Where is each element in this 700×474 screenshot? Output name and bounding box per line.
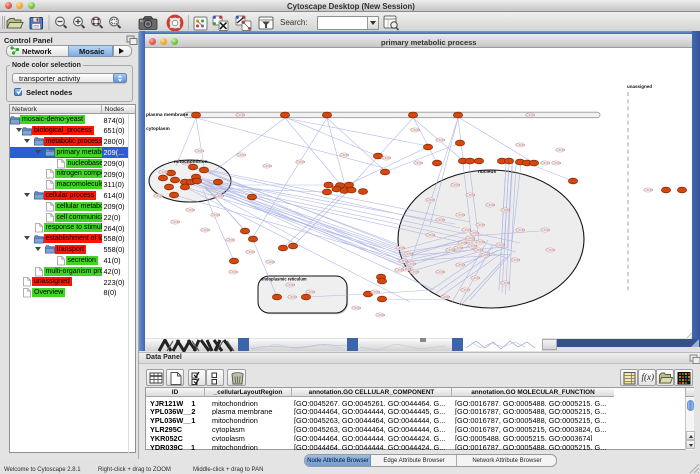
- svg-text:Cxxxx: Cxxxx: [288, 295, 297, 299]
- svg-text:Cxxxx: Cxxxx: [407, 262, 416, 266]
- svg-text:Cxxxx: Cxxxx: [426, 233, 435, 237]
- svg-text:Cxxxx: Cxxxx: [552, 161, 561, 165]
- svg-text:Cxxxx: Cxxxx: [451, 183, 460, 187]
- svg-text:Cxxxx: Cxxxx: [436, 138, 445, 142]
- svg-text:Cxxxx: Cxxxx: [404, 252, 413, 256]
- svg-text:Cxxxx: Cxxxx: [376, 313, 385, 317]
- svg-text:Cxxxx: Cxxxx: [461, 288, 470, 292]
- svg-text:Cxxxx: Cxxxx: [426, 198, 435, 202]
- svg-text:Cxxxx: Cxxxx: [226, 238, 235, 242]
- svg-text:Cxxxx: Cxxxx: [441, 295, 450, 299]
- svg-text:Cxxxx: Cxxxx: [454, 246, 463, 250]
- svg-text:Cxxxx: Cxxxx: [476, 223, 485, 227]
- svg-text:Cxxxx: Cxxxx: [236, 113, 245, 117]
- svg-text:Cxxxx: Cxxxx: [474, 248, 483, 252]
- svg-text:Cxxxx: Cxxxx: [414, 161, 423, 165]
- svg-text:Cxxxx: Cxxxx: [456, 213, 465, 217]
- svg-text:Cxxxx: Cxxxx: [396, 246, 405, 250]
- svg-text:Cxxxx: Cxxxx: [195, 149, 204, 153]
- svg-text:Cxxxx: Cxxxx: [481, 253, 490, 257]
- svg-text:Cxxxx: Cxxxx: [201, 228, 210, 232]
- svg-text:Cxxxx: Cxxxx: [237, 153, 246, 157]
- svg-text:Cxxxx: Cxxxx: [541, 228, 550, 232]
- svg-text:Cxxxx: Cxxxx: [471, 276, 480, 280]
- svg-text:nucleus: nucleus: [478, 169, 496, 175]
- svg-text:Cxxxx: Cxxxx: [246, 250, 255, 254]
- svg-text:Cxxxx: Cxxxx: [410, 270, 419, 274]
- svg-text:Cxxxx: Cxxxx: [501, 281, 510, 285]
- svg-text:Cxxxx: Cxxxx: [456, 263, 465, 267]
- svg-text:Cxxxx: Cxxxx: [511, 258, 520, 262]
- svg-text:Cxxxx: Cxxxx: [411, 128, 420, 132]
- svg-text:Cxxxx: Cxxxx: [340, 153, 349, 157]
- svg-text:Cxxxx: Cxxxx: [541, 161, 550, 165]
- svg-text:cytoplasm: cytoplasm: [146, 126, 170, 132]
- svg-text:Cxxxx: Cxxxx: [644, 188, 653, 192]
- svg-text:Cxxxx: Cxxxx: [159, 170, 168, 174]
- svg-text:Cxxxx: Cxxxx: [526, 113, 535, 117]
- svg-text:Cxxxx: Cxxxx: [466, 193, 475, 197]
- svg-text:mitochondrion: mitochondrion: [174, 159, 208, 165]
- svg-text:Cxxxx: Cxxxx: [476, 240, 485, 244]
- svg-text:Cxxxx: Cxxxx: [215, 194, 224, 198]
- svg-text:Cxxxx: Cxxxx: [286, 283, 295, 287]
- svg-text:Cxxxx: Cxxxx: [470, 231, 479, 235]
- svg-text:Cxxxx: Cxxxx: [229, 270, 238, 274]
- svg-text:Cxxxx: Cxxxx: [546, 248, 555, 252]
- svg-text:Cxxxx: Cxxxx: [516, 228, 525, 232]
- svg-text:Cxxxx: Cxxxx: [466, 236, 475, 240]
- svg-text:Cxxxx: Cxxxx: [266, 260, 275, 264]
- svg-text:Cxxxx: Cxxxx: [496, 243, 505, 247]
- svg-text:Cxxxx: Cxxxx: [382, 156, 391, 160]
- svg-text:Cxxxx: Cxxxx: [458, 241, 467, 245]
- svg-text:Cxxxx: Cxxxx: [171, 220, 180, 224]
- svg-text:unassigned: unassigned: [627, 84, 652, 89]
- svg-text:Cxxxx: Cxxxx: [436, 270, 445, 274]
- svg-text:Cxxxx: Cxxxx: [186, 208, 195, 212]
- svg-text:Cxxxx: Cxxxx: [154, 194, 163, 198]
- svg-text:Cxxxx: Cxxxx: [211, 213, 220, 217]
- svg-text:Cxxxx: Cxxxx: [371, 290, 380, 294]
- svg-text:Cxxxx: Cxxxx: [306, 290, 315, 294]
- svg-text:Cxxxx: Cxxxx: [556, 148, 565, 152]
- svg-text:Cxxxx: Cxxxx: [516, 143, 525, 147]
- svg-text:endoplasmic reticulum: endoplasmic reticulum: [261, 277, 307, 282]
- svg-text:plasma membrane: plasma membrane: [146, 112, 188, 118]
- svg-text:Cxxxx: Cxxxx: [436, 218, 445, 222]
- svg-text:Cxxxx: Cxxxx: [486, 203, 495, 207]
- svg-text:Cxxxx: Cxxxx: [395, 268, 404, 272]
- svg-text:Cxxxx: Cxxxx: [296, 160, 305, 164]
- svg-text:Cxxxx: Cxxxx: [501, 208, 510, 212]
- svg-text:Cxxxx: Cxxxx: [352, 306, 361, 310]
- svg-text:Cxxxx: Cxxxx: [263, 164, 272, 168]
